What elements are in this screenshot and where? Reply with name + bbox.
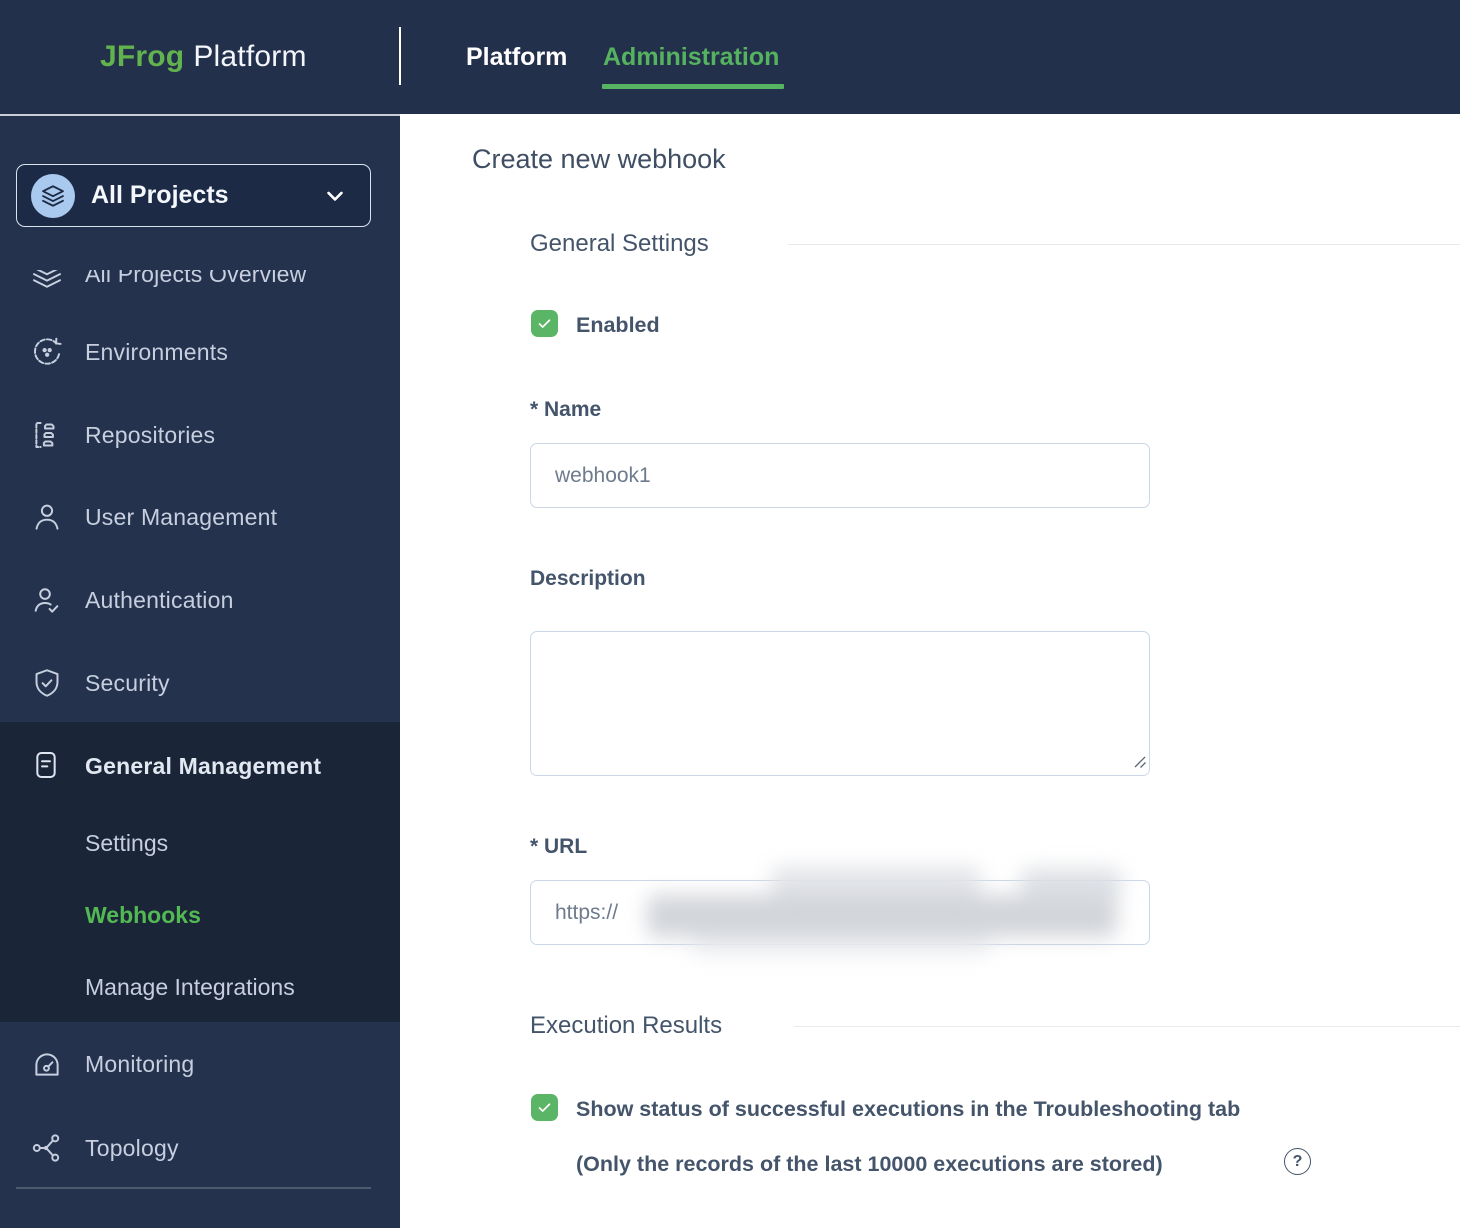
sidebar-item-label: Topology xyxy=(85,1107,179,1189)
topology-icon xyxy=(30,1131,64,1165)
description-label: Description xyxy=(530,567,646,591)
sidebar-item-label: General Management xyxy=(85,725,321,807)
sidebar-item-manage-integrations[interactable]: Manage Integrations xyxy=(0,957,400,1017)
sidebar-subitem-label: Manage Integrations xyxy=(85,957,295,1017)
app-header: JFrog Platform Platform Administration xyxy=(0,0,1460,114)
name-label: * Name xyxy=(530,398,601,422)
redacted-url-blur xyxy=(631,857,1151,967)
sidebar-item-authentication[interactable]: Authentication xyxy=(0,559,400,641)
url-value: https:// xyxy=(555,901,618,925)
sidebar-item-label: Authentication xyxy=(85,559,234,641)
sidebar-item-repositories[interactable]: Repositories xyxy=(0,394,400,476)
sidebar-item-label: Repositories xyxy=(85,394,215,476)
description-textarea[interactable] xyxy=(530,631,1150,776)
shield-check-icon xyxy=(30,666,64,700)
gauge-icon xyxy=(30,1047,64,1081)
sidebar-item-all-projects-overview[interactable]: All Projects Overview xyxy=(0,270,400,310)
show-status-checkbox[interactable] xyxy=(531,1094,558,1121)
question-mark-icon[interactable]: ? xyxy=(1284,1148,1311,1175)
layers-icon xyxy=(40,183,66,209)
sidebar-subitem-label: Settings xyxy=(85,813,168,873)
project-selector-dropdown[interactable]: All Projects xyxy=(16,164,371,227)
sidebar-divider xyxy=(16,1187,371,1189)
tab-platform[interactable]: Platform xyxy=(466,0,567,114)
page-title: Create new webhook xyxy=(472,144,726,175)
sidebar-scroll-clip: All Projects Overview xyxy=(0,270,400,310)
section-divider xyxy=(794,1026,1460,1027)
url-input[interactable]: https:// xyxy=(530,880,1150,945)
chevron-down-icon xyxy=(322,183,348,209)
repositories-icon xyxy=(30,418,64,452)
sidebar-item-label: User Management xyxy=(85,476,277,558)
layers-overview-icon xyxy=(30,270,64,291)
check-icon xyxy=(536,315,553,332)
name-input[interactable] xyxy=(530,443,1150,508)
sidebar-item-topology[interactable]: Topology xyxy=(0,1107,400,1189)
section-divider xyxy=(788,244,1460,245)
enabled-checkbox[interactable] xyxy=(531,310,558,337)
user-icon xyxy=(30,500,64,534)
sidebar-item-settings[interactable]: Settings xyxy=(0,813,400,873)
url-label: * URL xyxy=(530,835,587,859)
sidebar-item-label: Environments xyxy=(85,311,228,393)
show-status-label: Show status of successful executions in … xyxy=(576,1097,1396,1122)
general-settings-heading: General Settings xyxy=(530,230,709,258)
active-tab-underline xyxy=(602,84,784,89)
all-projects-avatar xyxy=(31,174,75,218)
tab-administration[interactable]: Administration xyxy=(603,0,779,114)
sidebar-item-label: Monitoring xyxy=(85,1023,194,1105)
logo-brand: JFrog xyxy=(100,40,184,74)
enabled-label: Enabled xyxy=(576,313,660,338)
sidebar-item-label: All Projects Overview xyxy=(85,270,306,310)
check-icon xyxy=(536,1099,553,1116)
logo-product: Platform xyxy=(193,40,306,74)
sidebar-item-general-management[interactable]: General Management xyxy=(0,725,400,807)
jfrog-logo: JFrog Platform xyxy=(100,0,307,114)
execution-note: (Only the records of the last 10000 exec… xyxy=(576,1152,1163,1177)
document-icon xyxy=(30,749,64,783)
sidebar-item-monitoring[interactable]: Monitoring xyxy=(0,1023,400,1105)
sidebar-subitem-label: Webhooks xyxy=(85,885,201,945)
header-divider xyxy=(399,27,401,85)
project-selector-label: All Projects xyxy=(91,165,229,226)
admin-sidebar: All Projects All Projects Overview xyxy=(0,114,400,1228)
sidebar-item-environments[interactable]: Environments xyxy=(0,311,400,393)
execution-results-heading: Execution Results xyxy=(530,1012,722,1040)
sidebar-item-security[interactable]: Security xyxy=(0,642,400,724)
sidebar-item-webhooks[interactable]: Webhooks xyxy=(0,885,400,945)
environments-icon xyxy=(30,335,64,369)
main-content: Create new webhook General Settings Enab… xyxy=(400,114,1460,1228)
user-check-icon xyxy=(30,583,64,617)
sidebar-item-label: Security xyxy=(85,642,170,724)
sidebar-item-user-management[interactable]: User Management xyxy=(0,476,400,558)
